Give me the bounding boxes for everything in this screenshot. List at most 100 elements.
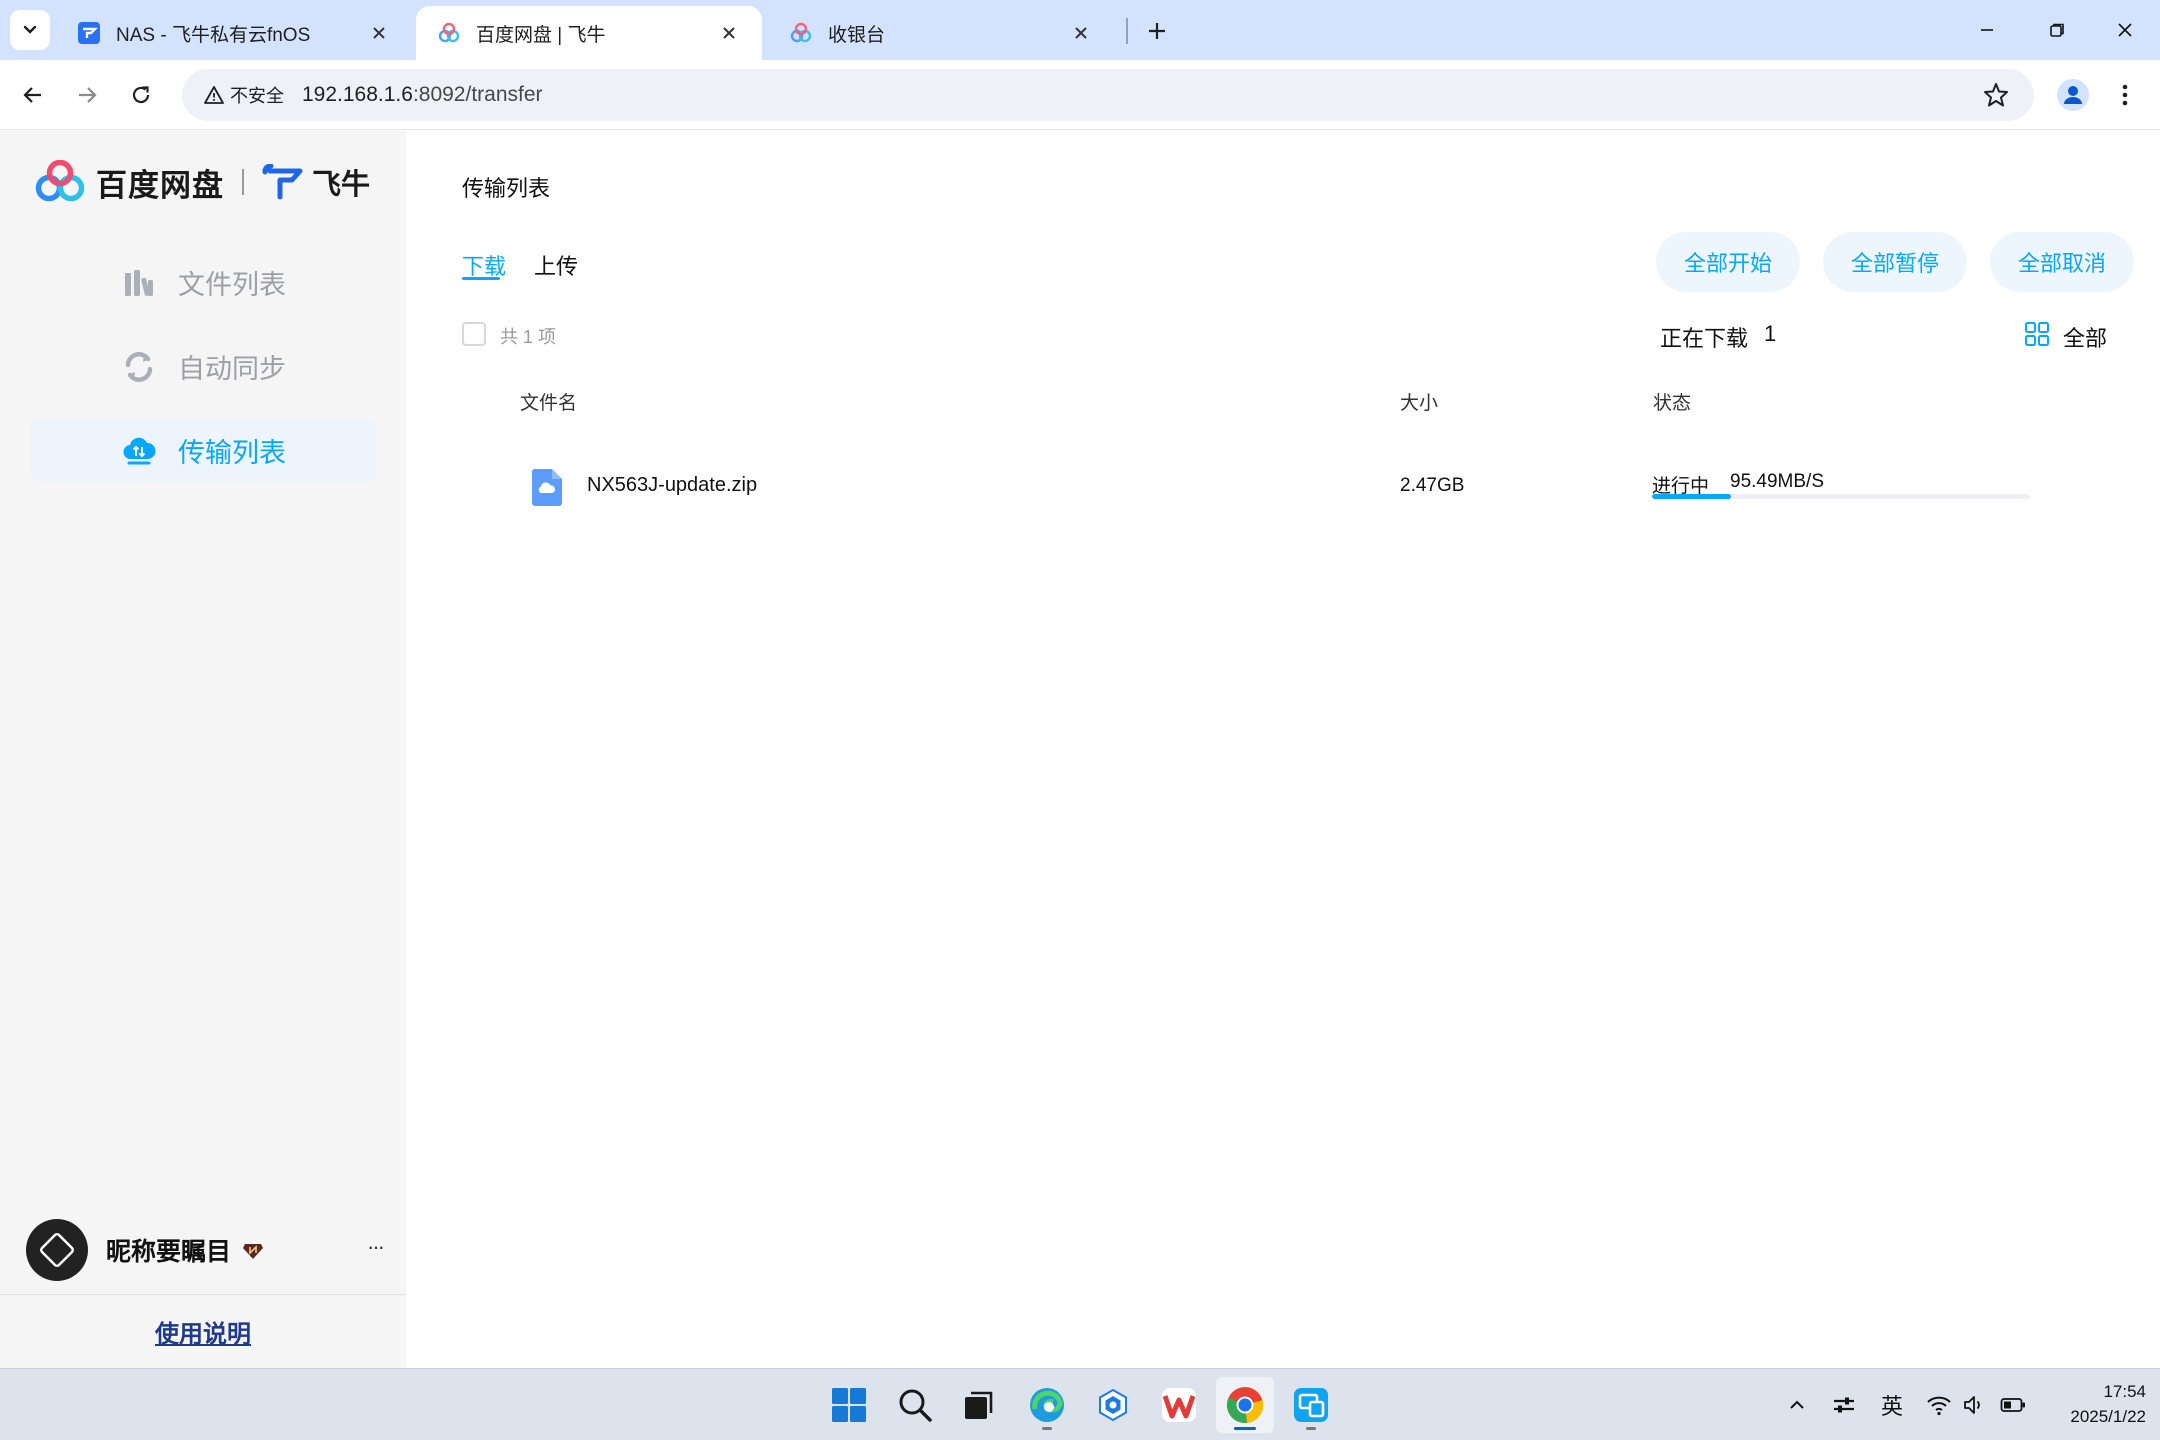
sidebar-footer: 使用说明 xyxy=(0,1294,406,1368)
item-count: 共 1 项 xyxy=(500,327,557,347)
restore-button[interactable] xyxy=(2022,0,2092,60)
column-header-name: 文件名 xyxy=(520,393,578,414)
start-all-button[interactable]: 全部开始 xyxy=(1656,232,1800,292)
browser-toolbar: 不安全 192.168.1.6:8092/transfer xyxy=(0,60,2160,130)
select-all-checkbox[interactable] xyxy=(462,322,486,346)
sidebar-item-label: 文件列表 xyxy=(178,269,286,300)
logo-baidu-text: 百度网盘 xyxy=(96,167,224,203)
battery-icon xyxy=(2000,1398,2025,1412)
close-window-button[interactable] xyxy=(2090,0,2160,60)
sidebar: 百度网盘 飞牛 文件列表 自动同步 传输列表 昵称要瞩目 ··· 使用说明 xyxy=(0,131,406,1368)
arrow-right-icon xyxy=(79,87,97,103)
site-security-chip[interactable]: 不安全 xyxy=(194,77,296,113)
start-button[interactable] xyxy=(820,1377,878,1433)
cancel-all-button[interactable]: 全部取消 xyxy=(1990,232,2134,292)
system-clock[interactable]: 17:54 2025/1/22 xyxy=(2036,1379,2146,1429)
url-text[interactable]: 192.168.1.6:8092/transfer xyxy=(302,69,543,121)
taskbar-search-button[interactable] xyxy=(886,1377,944,1433)
view-filter-label[interactable]: 全部 xyxy=(2063,321,2107,353)
battery-status[interactable] xyxy=(1998,1389,2028,1421)
taskbar-app-chrome[interactable] xyxy=(1216,1377,1274,1433)
tab-title: 百度网盘 | 飞牛 xyxy=(476,24,606,46)
logo-divider xyxy=(242,169,244,195)
avatar[interactable] xyxy=(26,1219,88,1281)
taskbar-app-edge[interactable] xyxy=(1018,1377,1076,1433)
baidu-pan-logo-icon xyxy=(35,160,85,202)
taskbar-app-wps[interactable] xyxy=(1150,1377,1208,1433)
username: 昵称要瞩目 xyxy=(106,1238,232,1266)
running-indicator xyxy=(1306,1427,1316,1430)
sidebar-item-file-list[interactable]: 文件列表 xyxy=(30,251,377,313)
sidebar-item-label: 自动同步 xyxy=(178,353,286,384)
show-hidden-icons-button[interactable] xyxy=(1782,1389,1812,1421)
more-vertical-icon xyxy=(2122,84,2128,106)
table-row[interactable]: NX563J-update.zip 2.47GB 进行中 95.49MB/S xyxy=(462,455,2112,519)
sliders-icon xyxy=(1834,1397,1854,1413)
avatar-icon xyxy=(2057,79,2089,111)
volume-status[interactable] xyxy=(1960,1389,1988,1421)
forward-button[interactable] xyxy=(66,74,108,116)
profile-button[interactable] xyxy=(2053,75,2093,115)
clock-time: 17:54 xyxy=(2103,1382,2146,1401)
minimize-button[interactable] xyxy=(1952,0,2022,60)
close-icon xyxy=(2118,23,2132,37)
tray-settings-button[interactable] xyxy=(1828,1389,1860,1421)
cloud-transfer-icon xyxy=(123,437,156,465)
chevron-up-icon xyxy=(1790,1400,1804,1409)
grid-view-icon[interactable] xyxy=(2024,321,2050,347)
user-more-button[interactable]: ··· xyxy=(360,1232,390,1262)
url-path: :8092/transfer xyxy=(412,83,543,106)
tab-search-button[interactable] xyxy=(10,10,50,50)
tab-upload[interactable]: 上传 xyxy=(534,249,578,281)
sync-icon xyxy=(125,352,153,382)
browser-tab-checkout[interactable]: 收银台 xyxy=(768,6,1114,60)
progress-fill xyxy=(1652,494,1732,499)
url-host: 192.168.1.6 xyxy=(302,83,413,106)
new-tab-button[interactable] xyxy=(1138,12,1176,50)
task-view-button[interactable] xyxy=(950,1377,1008,1433)
downloading-label: 正在下载 xyxy=(1660,326,1749,351)
column-header-status: 状态 xyxy=(1653,393,1692,414)
help-link[interactable]: 使用说明 xyxy=(155,1314,251,1349)
browser-menu-button[interactable] xyxy=(2110,75,2140,115)
close-icon[interactable] xyxy=(366,20,392,46)
security-label: 不安全 xyxy=(230,86,284,106)
chevron-down-icon xyxy=(23,25,37,34)
browser-tab-baidu[interactable]: 百度网盘 | 飞牛 xyxy=(416,6,762,60)
sidebar-item-transfer-list[interactable]: 传输列表 xyxy=(30,419,377,481)
reload-button[interactable] xyxy=(120,74,162,116)
logo-fn-text: 飞牛 xyxy=(312,169,371,201)
clock-date: 2025/1/22 xyxy=(2070,1407,2146,1426)
close-icon[interactable] xyxy=(716,20,742,46)
wifi-status[interactable] xyxy=(1924,1389,1954,1421)
arrow-left-icon xyxy=(23,87,41,103)
chrome-icon xyxy=(1226,1387,1264,1424)
remote-desktop-icon xyxy=(1294,1388,1328,1422)
back-button[interactable] xyxy=(12,74,54,116)
browser-tab-nas[interactable]: NAS - 飞牛私有云fnOS xyxy=(56,6,412,60)
bookmark-star-icon[interactable] xyxy=(1982,81,2010,109)
taskbar-app-generic[interactable] xyxy=(1084,1377,1142,1433)
minimize-icon xyxy=(1981,29,1993,31)
taskbar-app-remote[interactable] xyxy=(1282,1377,1340,1433)
tab-title: NAS - 飞牛私有云fnOS xyxy=(116,24,311,46)
pause-all-button[interactable]: 全部暂停 xyxy=(1823,232,1967,292)
tab-separator xyxy=(1126,18,1128,44)
plus-icon xyxy=(1149,23,1165,39)
sidebar-item-auto-sync[interactable]: 自动同步 xyxy=(30,335,377,397)
address-bar[interactable]: 不安全 192.168.1.6:8092/transfer xyxy=(182,69,2034,121)
search-icon xyxy=(899,1389,932,1422)
start-icon xyxy=(832,1388,866,1422)
sidebar-item-label: 传输列表 xyxy=(178,437,286,468)
file-name: NX563J-update.zip xyxy=(587,474,758,496)
baidu-pan-favicon-icon xyxy=(788,20,814,46)
running-indicator xyxy=(1042,1427,1052,1430)
close-icon[interactable] xyxy=(1068,20,1094,46)
cloud-file-icon xyxy=(531,469,562,506)
fnos-logo-icon xyxy=(262,164,303,200)
ime-indicator[interactable]: 英 xyxy=(1876,1389,1908,1421)
wps-icon xyxy=(1162,1388,1196,1422)
transfer-speed: 95.49MB/S xyxy=(1730,471,1824,492)
restore-icon xyxy=(2050,23,2064,37)
user-profile[interactable]: 昵称要瞩目 ··· xyxy=(26,1218,396,1282)
